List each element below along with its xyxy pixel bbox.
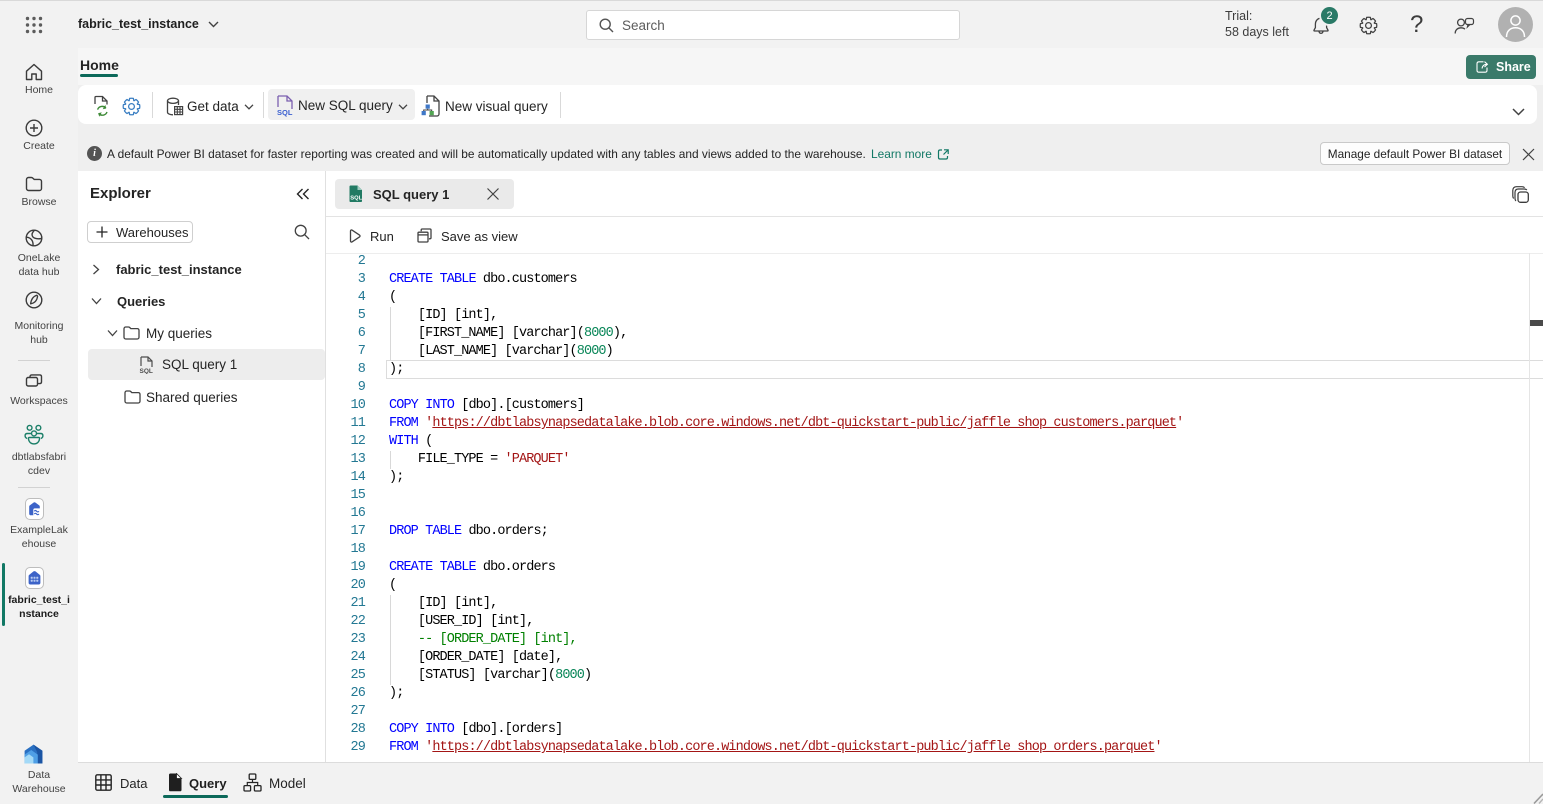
svg-text:SQL: SQL xyxy=(140,368,153,374)
svg-text:SQL: SQL xyxy=(277,108,293,117)
svg-text:SQL: SQL xyxy=(350,196,362,202)
